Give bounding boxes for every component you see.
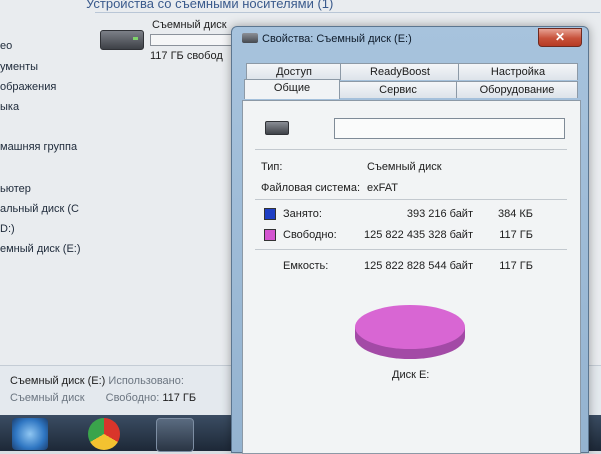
separator: [255, 249, 567, 250]
pie-top: [355, 305, 465, 349]
usb-drive-icon: [100, 30, 144, 50]
separator: [255, 149, 567, 150]
drive-tile-name: Съемный диск: [152, 19, 227, 31]
sidebar-item-removable-e[interactable]: емный диск (E:): [0, 243, 81, 255]
used-bytes: 393 216 байт: [406, 208, 473, 220]
free-bytes: 125 822 435 328 байт: [364, 229, 473, 241]
sidebar-item-homegroup[interactable]: машняя группа: [0, 141, 77, 153]
disk-caption: Диск E:: [392, 369, 430, 381]
details-free-label: Свободно:: [105, 392, 160, 404]
separator: [255, 199, 567, 200]
free-color-swatch: [264, 229, 276, 241]
dialog-title: Свойства: Съемный диск (E:): [262, 33, 412, 45]
tab-customize[interactable]: Настройка: [458, 63, 578, 80]
sidebar-item-video[interactable]: ео: [0, 40, 12, 52]
sidebar-item-documents[interactable]: ументы: [0, 61, 38, 73]
removable-group-header[interactable]: Устройства со съемными носителями (1): [86, 0, 333, 11]
tab-general[interactable]: Общие: [244, 79, 340, 99]
removable-drive-tile[interactable]: Съемный диск 117 ГБ свобод: [98, 16, 238, 66]
tab-sharing[interactable]: Доступ: [246, 63, 342, 80]
chrome-icon[interactable]: [88, 418, 120, 450]
type-value: Съемный диск: [367, 161, 442, 173]
sidebar-item-music[interactable]: ыка: [0, 101, 19, 113]
details-used-label: Использовано:: [108, 375, 184, 387]
filesystem-value: exFAT: [367, 182, 398, 194]
drive-usage-bar: [150, 34, 238, 46]
tab-readyboost[interactable]: ReadyBoost: [340, 63, 460, 80]
general-tab-page: Тип: Съемный диск Файловая система: exFA…: [242, 100, 581, 454]
capacity-size: 117 ГБ: [499, 260, 533, 272]
close-button[interactable]: ✕: [538, 28, 582, 47]
used-label: Занято:: [283, 208, 322, 220]
details-drive-name: Съемный диск (E:): [10, 375, 106, 387]
filesystem-label: Файловая система:: [261, 182, 361, 194]
sidebar-item-disk-d[interactable]: D:): [0, 223, 15, 235]
blackberry-icon[interactable]: [156, 418, 194, 452]
group-divider: [95, 12, 600, 13]
details-line-2: Съемный диск Свободно: 117 ГБ: [10, 392, 196, 404]
details-free-value: 117 ГБ: [162, 392, 197, 404]
free-size: 117 ГБ: [499, 229, 533, 241]
media-app-icon[interactable]: [12, 418, 48, 450]
volume-label-input[interactable]: [334, 118, 565, 139]
sidebar-item-computer[interactable]: ьютер: [0, 183, 31, 195]
sidebar-item-local-disk-c[interactable]: альный диск (C: [0, 203, 79, 215]
disk-usage-pie-chart: [355, 305, 465, 359]
drive-title-icon: [242, 33, 258, 43]
dialog-title-bar[interactable]: Свойства: Съемный диск (E:) ✕: [232, 27, 588, 53]
details-drive-type: Съемный диск: [10, 392, 85, 404]
type-label: Тип:: [261, 161, 283, 173]
used-color-swatch: [264, 208, 276, 220]
sidebar-item-pictures[interactable]: ображения: [0, 81, 56, 93]
free-label: Свободно:: [283, 229, 337, 241]
capacity-bytes: 125 822 828 544 байт: [364, 260, 473, 272]
used-size: 384 КБ: [497, 208, 533, 220]
properties-dialog: Свойства: Съемный диск (E:) ✕ Доступ Rea…: [231, 26, 589, 454]
tab-tools[interactable]: Сервис: [338, 81, 458, 98]
capacity-label: Емкость:: [283, 260, 329, 272]
details-line-1: Съемный диск (E:) Использовано:: [10, 375, 184, 387]
removable-drive-icon: [265, 121, 289, 135]
tab-hardware[interactable]: Оборудование: [456, 81, 578, 98]
drive-tile-free: 117 ГБ свобод: [150, 50, 223, 62]
